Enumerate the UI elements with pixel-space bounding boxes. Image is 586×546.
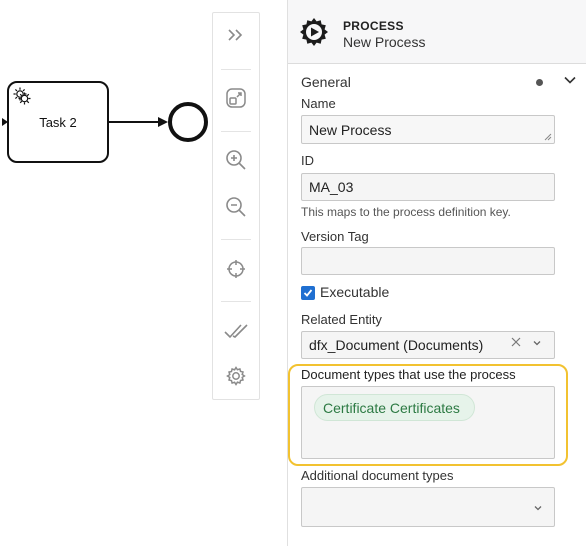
fit-viewport-button[interactable] (213, 80, 259, 116)
zoom-out-button[interactable] (213, 189, 259, 225)
process-gear-icon (300, 18, 328, 46)
group-general-title[interactable]: General (301, 74, 351, 90)
id-label: ID (301, 153, 314, 168)
zoom-out-icon (226, 197, 246, 217)
gear-icon (226, 366, 246, 386)
element-type: PROCESS (343, 19, 404, 33)
chevron-down-icon[interactable] (532, 339, 542, 347)
executable-checkbox[interactable] (301, 286, 315, 300)
task-label: Task 2 (39, 114, 77, 130)
crosshair-icon (227, 260, 245, 278)
toolbar-divider (221, 69, 251, 70)
end-event[interactable] (168, 102, 208, 142)
toolbar-divider (221, 239, 251, 240)
executable-label[interactable]: Executable (320, 284, 389, 300)
zoom-in-icon (226, 150, 246, 170)
additional-doc-types-label: Additional document types (301, 468, 454, 483)
doc-types-multiselect[interactable]: Certificate Certificates (301, 386, 555, 459)
element-name: New Process (343, 34, 426, 50)
checkmark-icon (303, 289, 313, 297)
clear-icon[interactable] (509, 335, 523, 349)
id-value: MA_03 (309, 179, 354, 195)
id-input[interactable]: MA_03 (301, 173, 555, 201)
doc-types-label: Document types that use the process (301, 367, 516, 382)
name-value: New Process (309, 121, 392, 138)
reset-view-button[interactable] (213, 251, 259, 287)
related-entity-value: dfx_Document (Documents) (309, 337, 484, 353)
task-2[interactable]: Task 2 (7, 81, 109, 163)
additional-doc-types-select[interactable] (301, 487, 555, 527)
fit-viewport-icon (226, 88, 246, 108)
double-chevron-right-icon (228, 29, 243, 41)
related-entity-label: Related Entity (301, 312, 382, 327)
name-textarea[interactable]: New Process (301, 115, 555, 144)
version-tag-input[interactable] (301, 247, 555, 275)
sequence-flow-arrow[interactable] (108, 112, 170, 132)
validate-button[interactable] (213, 313, 259, 349)
canvas-toolbar (212, 12, 260, 400)
toolbar-divider (221, 131, 251, 132)
toolbar-divider (221, 301, 251, 302)
doc-type-tag-label: Certificate Certificates (323, 399, 460, 416)
name-label: Name (301, 96, 336, 111)
id-hint: This maps to the process definition key. (301, 205, 511, 219)
chevron-down-icon[interactable] (533, 504, 543, 512)
collapse-panel-button[interactable] (213, 17, 259, 53)
properties-panel: PROCESS New Process General Name New Pro… (287, 0, 586, 546)
group-data-indicator (536, 79, 543, 86)
doc-type-tag[interactable]: Certificate Certificates (314, 394, 475, 421)
service-task-gear-icon (13, 87, 31, 105)
chevron-down-icon[interactable] (564, 75, 576, 85)
double-check-icon (224, 324, 248, 339)
panel-header: PROCESS New Process (288, 0, 586, 64)
version-tag-label: Version Tag (301, 229, 369, 244)
settings-button[interactable] (213, 358, 259, 394)
zoom-in-button[interactable] (213, 142, 259, 178)
resize-handle-icon[interactable] (544, 133, 552, 141)
